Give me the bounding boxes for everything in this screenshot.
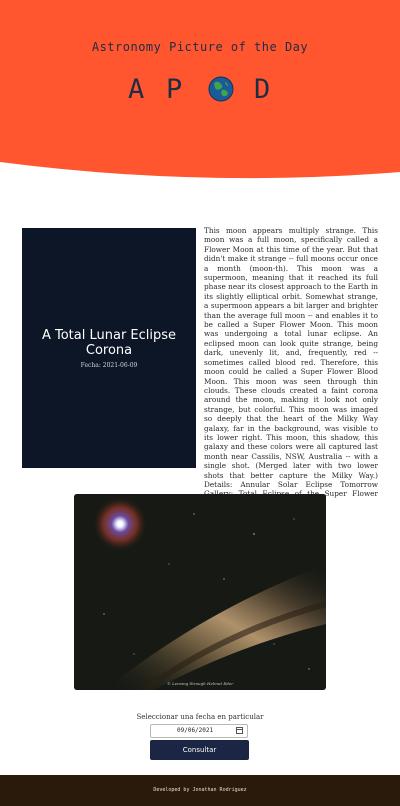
consultar-button[interactable]: Consultar (150, 740, 249, 760)
calendar-icon[interactable] (236, 727, 243, 734)
date-input-value: 09/06/2021 (177, 727, 214, 734)
apod-image: © Lensing through Helmut Eder (74, 494, 326, 690)
image-credit: © Lensing through Helmut Eder (166, 681, 234, 686)
apod-logo: A P D (0, 72, 400, 108)
logo-letter-p: P (166, 74, 183, 105)
site-title: Astronomy Picture of the Day (91, 40, 309, 54)
apod-explanation: This moon appears multiply strange. This… (204, 226, 378, 508)
logo-letter-d: D (254, 74, 271, 105)
logo-letter-a: A (128, 74, 145, 105)
footer: Developed by Jonathan Rodriguez (0, 775, 400, 806)
globe-icon (208, 76, 234, 102)
header: Astronomy Picture of the Day A P D (0, 0, 400, 210)
apod-title: A Total Lunar Eclipse Corona (41, 328, 177, 358)
date-picker-label: Seleccionar una fecha en particular (136, 713, 264, 721)
apod-title-card: A Total Lunar Eclipse Corona Fecha: 2021… (22, 228, 196, 468)
footer-credit: Developed by Jonathan Rodriguez (153, 787, 247, 793)
apod-date: Fecha: 2021-06-09 (80, 362, 138, 369)
date-input[interactable]: 09/06/2021 (150, 724, 248, 738)
